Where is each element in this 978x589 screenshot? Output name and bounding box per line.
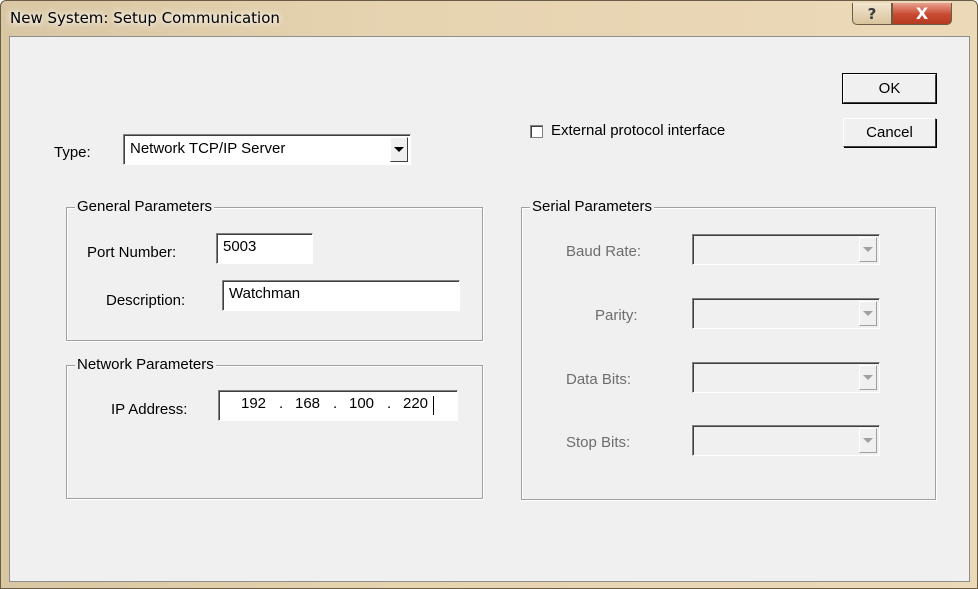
stop-bits-dropdown-button [859,428,877,453]
close-button[interactable]: X [892,3,952,25]
cancel-button-label: Cancel [866,124,913,141]
ip-octet-1: 192 [241,395,267,412]
external-protocol-checkbox[interactable] [530,125,543,138]
data-bits-select [692,362,880,393]
chevron-down-icon [863,438,873,443]
dialog-client-area: OK Cancel Type: Network TCP/IP Server Ex… [9,36,970,582]
ok-button[interactable]: OK [842,73,937,104]
chevron-down-icon [394,147,404,152]
chevron-down-icon [863,311,873,316]
ip-address-label: IP Address: [111,401,188,418]
data-bits-label: Data Bits: [566,371,632,388]
chevron-down-icon [863,247,873,252]
network-parameters-title: Network Parameters [75,356,216,373]
general-parameters-title: General Parameters [75,198,215,215]
port-number-input[interactable]: 5003 [216,233,313,264]
baud-rate-select [692,234,880,265]
title-bar[interactable]: New System: Setup Communication ? X [1,1,977,36]
text-cursor [433,396,434,415]
type-label: Type: [54,144,91,161]
close-icon: X [915,4,929,23]
external-protocol-label[interactable]: External protocol interface [551,122,725,139]
data-bits-dropdown-button [859,365,877,390]
serial-parameters-title: Serial Parameters [530,198,655,215]
parity-dropdown-button [859,301,877,326]
description-label: Description: [106,292,186,309]
ip-octet-4: 220 [403,395,429,412]
ip-octet-3: 100 [349,395,375,412]
description-input[interactable]: Watchman [222,280,460,311]
window-title: New System: Setup Communication [10,9,280,27]
ip-octet-2: 168 [295,395,321,412]
ok-button-label: OK [878,80,901,97]
type-select-value: Network TCP/IP Server [130,140,286,157]
parity-label: Parity: [595,307,638,324]
baud-rate-label: Baud Rate: [566,243,642,260]
ip-dot-1: . [279,395,284,412]
ip-dot-2: . [333,395,338,412]
chevron-down-icon [863,375,873,380]
type-select[interactable]: Network TCP/IP Server [123,134,411,165]
stop-bits-label: Stop Bits: [566,434,631,451]
network-parameters-group: Network Parameters [66,356,483,499]
general-parameters-group: General Parameters [66,198,483,341]
help-button[interactable]: ? [852,3,892,25]
parity-select [692,298,880,329]
ip-dot-3: . [387,395,392,412]
port-number-label: Port Number: [87,244,177,261]
help-icon: ? [867,4,877,23]
ip-address-input[interactable]: 192 . 168 . 100 . 220 [218,390,458,421]
stop-bits-select [692,425,880,456]
cancel-button[interactable]: Cancel [843,118,936,147]
dialog-window: New System: Setup Communication ? X OK C… [0,0,978,589]
baud-rate-dropdown-button [859,237,877,262]
type-select-dropdown-button[interactable] [390,137,408,162]
